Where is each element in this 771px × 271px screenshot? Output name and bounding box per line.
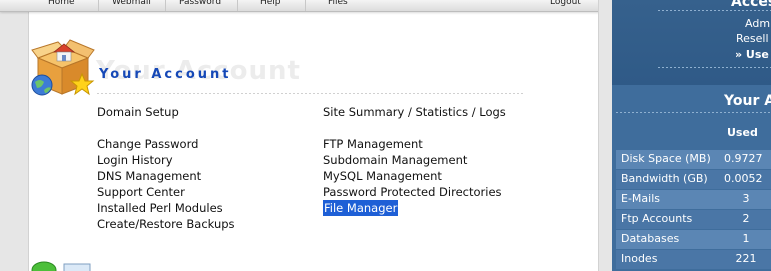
title-divider bbox=[97, 93, 525, 94]
stat-label: Bandwidth (GB) bbox=[621, 172, 708, 185]
stat-row: Inodes 221 bbox=[616, 250, 771, 269]
nav-webmail[interactable]: Webmail bbox=[112, 0, 151, 11]
menu-right-column: FTP Management Subdomain Management MySQ… bbox=[323, 136, 502, 216]
stats-used-header: Used bbox=[727, 126, 758, 139]
nav-divider bbox=[98, 0, 99, 11]
link-support-center[interactable]: Support Center bbox=[97, 184, 235, 200]
sidebar-link-user[interactable]: » Use bbox=[735, 48, 769, 61]
account-logo-icon bbox=[30, 38, 96, 98]
left-gutter bbox=[0, 0, 29, 271]
nav-files[interactable]: Files bbox=[328, 0, 348, 11]
stat-label: Databases bbox=[621, 232, 680, 245]
nav-divider bbox=[165, 0, 166, 11]
usage-stats-table: Disk Space (MB) 0.9727 Bandwidth (GB) 0.… bbox=[616, 150, 771, 270]
link-installed-perl-modules[interactable]: Installed Perl Modules bbox=[97, 200, 235, 216]
stat-row: Bandwidth (GB) 0.0052 bbox=[616, 170, 771, 189]
sidebar-divider bbox=[658, 10, 771, 11]
link-file-manager[interactable]: File Manager bbox=[323, 200, 399, 216]
sidebar-divider bbox=[616, 112, 771, 113]
stat-row: Databases 1 bbox=[616, 230, 771, 249]
sidebar-link-reseller[interactable]: Resell bbox=[736, 32, 769, 45]
link-dns-management[interactable]: DNS Management bbox=[97, 168, 235, 184]
stat-row: E-Mails 3 bbox=[616, 190, 771, 209]
nav-password[interactable]: Password bbox=[179, 0, 221, 11]
sidebar-divider bbox=[658, 67, 771, 68]
top-nav: Home Webmail Password Help Files Logout bbox=[0, 0, 612, 12]
stat-label: Disk Space (MB) bbox=[621, 152, 711, 165]
nav-divider bbox=[305, 0, 306, 11]
link-domain-setup[interactable]: Domain Setup bbox=[97, 105, 179, 119]
stat-value: 3 bbox=[742, 192, 750, 205]
page-title: Your Account bbox=[99, 67, 232, 82]
sidebar-account-title: Your A bbox=[724, 93, 771, 109]
link-ftp-management[interactable]: FTP Management bbox=[323, 136, 502, 152]
menu-left-column: Change Password Login History DNS Manage… bbox=[97, 136, 235, 232]
stat-value: 0.0052 bbox=[724, 172, 763, 185]
sidebar-link-admin[interactable]: Adm bbox=[745, 17, 770, 30]
stat-label: Inodes bbox=[621, 252, 658, 265]
stat-row: Disk Space (MB) 0.9727 bbox=[616, 150, 771, 169]
link-mysql-management[interactable]: MySQL Management bbox=[323, 168, 502, 184]
nav-help[interactable]: Help bbox=[260, 0, 281, 11]
link-password-protected-directories[interactable]: Password Protected Directories bbox=[323, 184, 502, 200]
stat-value: 1 bbox=[742, 232, 750, 245]
stat-value: 0.9727 bbox=[724, 152, 763, 165]
stat-value: 221 bbox=[735, 252, 757, 265]
link-login-history[interactable]: Login History bbox=[97, 152, 235, 168]
stat-label: Ftp Accounts bbox=[621, 212, 693, 225]
nav-divider bbox=[237, 0, 238, 11]
stat-row: Ftp Accounts 2 bbox=[616, 210, 771, 229]
stat-label: E-Mails bbox=[621, 192, 660, 205]
next-section-icon bbox=[28, 257, 94, 271]
link-create-restore-backups[interactable]: Create/Restore Backups bbox=[97, 216, 235, 232]
link-subdomain-management[interactable]: Subdomain Management bbox=[323, 152, 502, 168]
nav-logout[interactable]: Logout bbox=[550, 0, 581, 11]
sidebar-access-title: Acces bbox=[731, 0, 771, 10]
link-change-password[interactable]: Change Password bbox=[97, 136, 235, 152]
nav-home[interactable]: Home bbox=[48, 0, 75, 11]
stat-value: 2 bbox=[742, 212, 750, 225]
link-site-summary[interactable]: Site Summary / Statistics / Logs bbox=[323, 105, 506, 119]
